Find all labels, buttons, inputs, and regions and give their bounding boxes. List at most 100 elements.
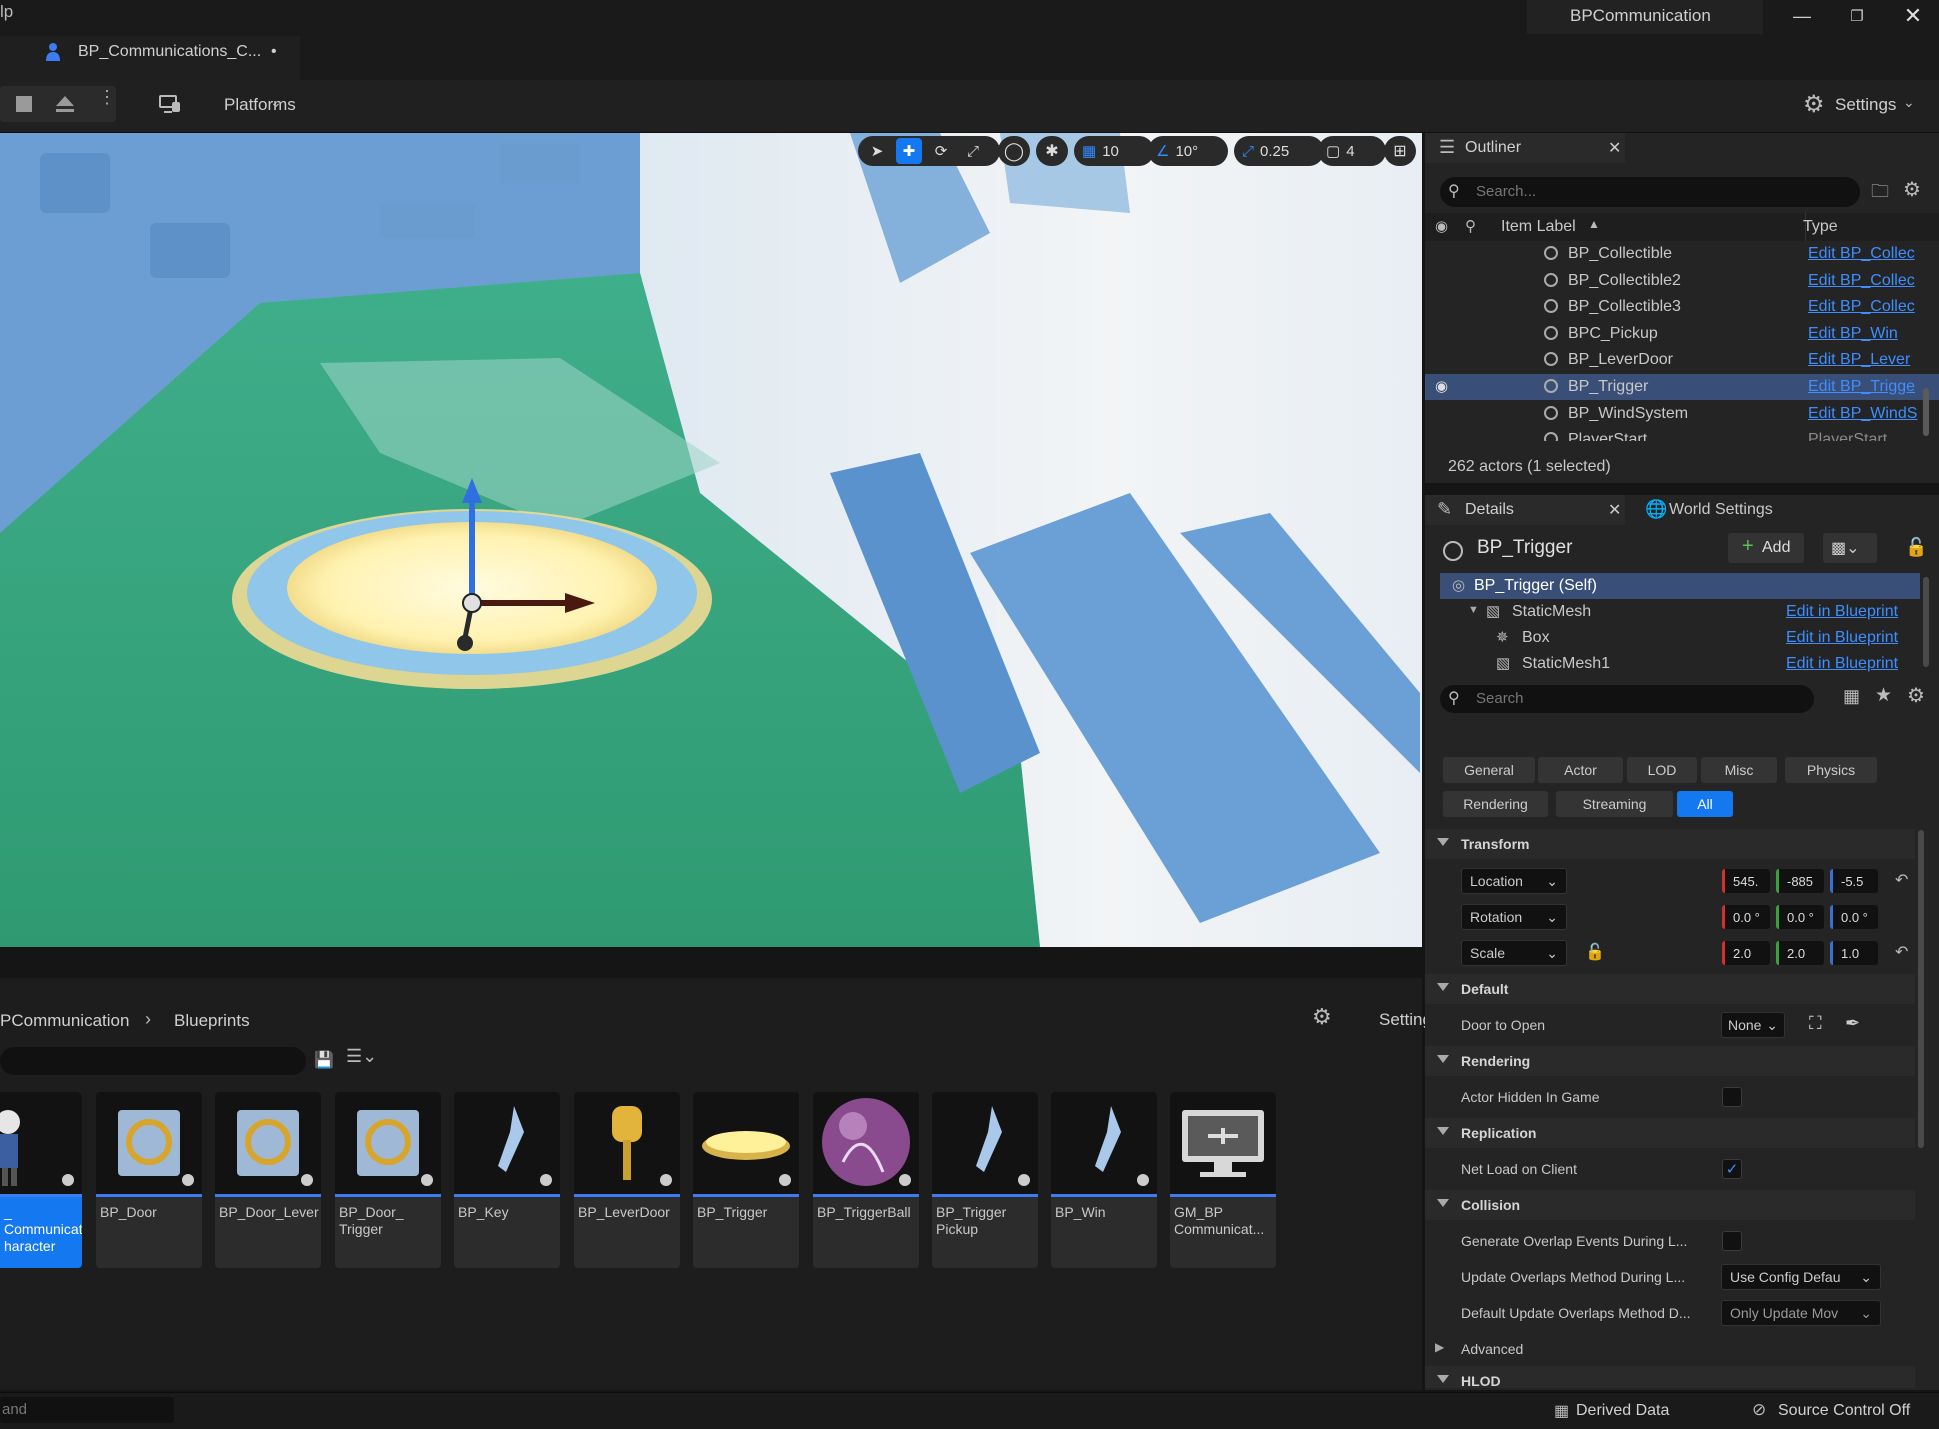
location-x-input[interactable]: 545. (1722, 869, 1770, 893)
outliner-row-type[interactable]: Edit BP_Collec (1808, 245, 1918, 263)
outliner-scrollbar[interactable] (1923, 388, 1929, 436)
asset-tile[interactable]: BP_Key (454, 1092, 560, 1268)
content-browser-settings-button[interactable]: ⚙ Settings (1312, 1004, 1440, 1034)
edit-in-blueprint-link[interactable]: Edit in Blueprint (1786, 603, 1898, 621)
gear-icon[interactable]: ⚙ (1907, 683, 1925, 708)
reset-icon[interactable]: ↶ (1895, 870, 1908, 890)
rotation-y-input[interactable]: 0.0 ° (1776, 905, 1824, 929)
breadcrumb-current[interactable]: Blueprints (174, 1011, 250, 1031)
more-options-icon[interactable]: ⋮ (98, 88, 116, 106)
blueprint-options-button[interactable]: ▩⌄ (1823, 533, 1877, 563)
filter-chip-lod[interactable]: LOD (1627, 757, 1697, 783)
advanced-row[interactable]: ▶ Advanced (1425, 1332, 1915, 1364)
platforms-button[interactable]: Platforms ⌄ (150, 86, 296, 122)
rotation-dropdown[interactable]: Rotation ⌄ (1461, 904, 1567, 930)
asset-tile[interactable]: BP_Win (1051, 1092, 1157, 1268)
outliner-row-type[interactable]: Edit BP_Win (1808, 325, 1918, 343)
outliner-row-type[interactable]: Edit BP_Collec (1808, 298, 1918, 316)
default-update-dropdown[interactable]: Only Update Mov ⌄ (1721, 1300, 1881, 1326)
eject-icon[interactable] (54, 94, 76, 114)
rotation-snap-toggle[interactable]: ∠ 10° (1148, 136, 1228, 166)
add-component-button[interactable]: + Add (1728, 533, 1804, 563)
toolbar-settings-button[interactable]: ⚙ Settings ⌄ (1795, 86, 1925, 122)
details-scrollbar[interactable] (1918, 830, 1924, 1148)
gear-icon[interactable]: ⚙ (1903, 177, 1921, 202)
door-to-open-dropdown[interactable]: None ⌄ (1721, 1012, 1785, 1038)
outliner-row[interactable]: BP_Collectible3 Edit BP_Collec (1425, 294, 1939, 320)
filter-chip-all[interactable]: All (1677, 791, 1733, 817)
component-row[interactable]: ▧ StaticMesh1 Edit in Blueprint (1440, 651, 1920, 677)
location-dropdown[interactable]: Location ⌄ (1461, 868, 1567, 894)
lock-icon[interactable]: 🔓 (1905, 537, 1927, 558)
update-overlaps-dropdown[interactable]: Use Config Defau ⌄ (1721, 1264, 1881, 1290)
help-menu[interactable]: lp (0, 2, 13, 22)
outliner-row[interactable]: BP_LeverDoor Edit BP_Lever (1425, 347, 1939, 373)
filter-chip-rendering[interactable]: Rendering (1443, 791, 1548, 817)
component-row[interactable]: ◎ BP_Trigger (Self) (1440, 573, 1920, 599)
filter-icon[interactable]: ☰⌄ (346, 1046, 377, 1067)
outliner-row[interactable]: ◉ BP_Trigger Edit BP_Trigge (1425, 374, 1939, 400)
close-icon[interactable]: ✕ (1608, 138, 1621, 158)
reset-icon[interactable]: ↶ (1895, 942, 1908, 962)
stop-icon[interactable] (16, 96, 32, 112)
outliner-row-type[interactable]: Edit BP_Collec (1808, 272, 1918, 290)
asset-tile[interactable]: BP_Trigger Pickup (932, 1092, 1038, 1268)
outliner-row[interactable]: BP_WindSystem Edit BP_WindS (1425, 401, 1939, 427)
section-rendering[interactable]: Rendering (1425, 1046, 1915, 1076)
asset-tile[interactable]: BP_TriggerBall (813, 1092, 919, 1268)
world-space-icon[interactable]: ◯ (998, 136, 1030, 166)
derived-data-button[interactable]: ▦ Derived Data (1538, 1395, 1688, 1425)
scale-dropdown[interactable]: Scale ⌄ (1461, 940, 1567, 966)
net-load-checkbox[interactable]: ✓ (1722, 1159, 1742, 1179)
star-icon[interactable]: ★ (1875, 684, 1892, 707)
visibility-icon[interactable]: ◉ (1435, 377, 1448, 395)
breadcrumb-root[interactable]: PCommunication (0, 1011, 129, 1031)
asset-tile[interactable]: BP_Trigger (693, 1092, 799, 1268)
close-window-icon[interactable]: ✕ (1900, 2, 1926, 30)
details-search-input[interactable]: ⚲ Search (1440, 685, 1814, 713)
scale-y-input[interactable]: 2.0 (1776, 941, 1824, 965)
asset-tile[interactable]: GM_BP Communicat... (1170, 1092, 1276, 1268)
console-command-input[interactable]: and (0, 1397, 174, 1423)
rotation-z-input[interactable]: 0.0 ° (1830, 905, 1878, 929)
filter-chip-misc[interactable]: Misc (1701, 757, 1777, 783)
outliner-row-type[interactable]: Edit BP_Trigge (1808, 378, 1918, 396)
filter-chip-general[interactable]: General (1443, 757, 1535, 783)
grid-snap-toggle[interactable]: ▦ 10 (1074, 136, 1154, 166)
asset-tile[interactable]: BP_Door (96, 1092, 202, 1268)
scale-snap-toggle[interactable]: ⤢ 0.25 (1234, 136, 1324, 166)
viewport-layout-icon[interactable]: ⊞ (1384, 136, 1416, 166)
level-viewport[interactable]: ➤ ✚ ⟳ ⤢ ◯ ✱ ▦ 10 ∠ 10° ⤢ 0.25 ▢ 4 ⊞ (0, 133, 1422, 947)
collapse-icon[interactable]: ▼ (1468, 604, 1479, 616)
outliner-row[interactable]: PlayerStart PlayerStart (1425, 427, 1939, 441)
outliner-row-type[interactable]: Edit BP_Lever (1808, 351, 1918, 369)
content-search-input[interactable] (0, 1047, 306, 1075)
edit-in-blueprint-link[interactable]: Edit in Blueprint (1786, 629, 1898, 647)
section-transform[interactable]: Transform (1425, 829, 1915, 859)
camera-speed-button[interactable]: ▢ 4 (1318, 136, 1386, 166)
filter-chip-streaming[interactable]: Streaming (1556, 791, 1673, 817)
rotate-tool-icon[interactable]: ⟳ (928, 142, 954, 160)
rotation-x-input[interactable]: 0.0 ° (1722, 905, 1770, 929)
outliner-row[interactable]: BPC_Pickup Edit BP_Win (1425, 321, 1939, 347)
column-item-label[interactable]: Item Label (1501, 218, 1576, 236)
scale-tool-icon[interactable]: ⤢ (960, 143, 986, 160)
outliner-search-input[interactable]: ⚲ Search... (1440, 177, 1860, 207)
filter-chip-actor[interactable]: Actor (1538, 757, 1623, 783)
close-icon[interactable]: ✕ (1608, 500, 1621, 520)
save-search-icon[interactable]: 💾 (314, 1050, 334, 1070)
surface-snap-icon[interactable]: ✱ (1036, 136, 1068, 166)
minimize-icon[interactable]: — (1790, 4, 1814, 28)
source-control-button[interactable]: ⊘ Source Control Off (1740, 1395, 1939, 1425)
section-replication[interactable]: Replication (1425, 1118, 1915, 1148)
column-type[interactable]: Type (1803, 218, 1838, 236)
asset-tile[interactable]: BP_LeverDoor (574, 1092, 680, 1268)
details-tab[interactable]: ✎ Details ✕ (1425, 495, 1625, 525)
gen-overlap-checkbox[interactable] (1722, 1231, 1742, 1251)
section-collision[interactable]: Collision (1425, 1190, 1915, 1220)
outliner-row[interactable]: BP_Collectible2 Edit BP_Collec (1425, 268, 1939, 294)
location-z-input[interactable]: -5.5 (1830, 869, 1878, 893)
select-tool-icon[interactable]: ➤ (864, 142, 890, 160)
restore-icon[interactable]: ❐ (1845, 4, 1869, 28)
add-folder-icon[interactable]: 🗀 (1871, 179, 1889, 209)
